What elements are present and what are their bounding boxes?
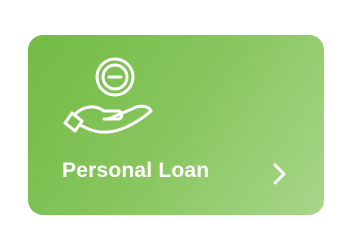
chevron-right-icon[interactable] (268, 162, 290, 186)
personal-loan-card[interactable]: Personal Loan (28, 35, 324, 215)
hand-holding-coin-icon (63, 57, 153, 134)
card-title: Personal Loan (62, 159, 210, 182)
